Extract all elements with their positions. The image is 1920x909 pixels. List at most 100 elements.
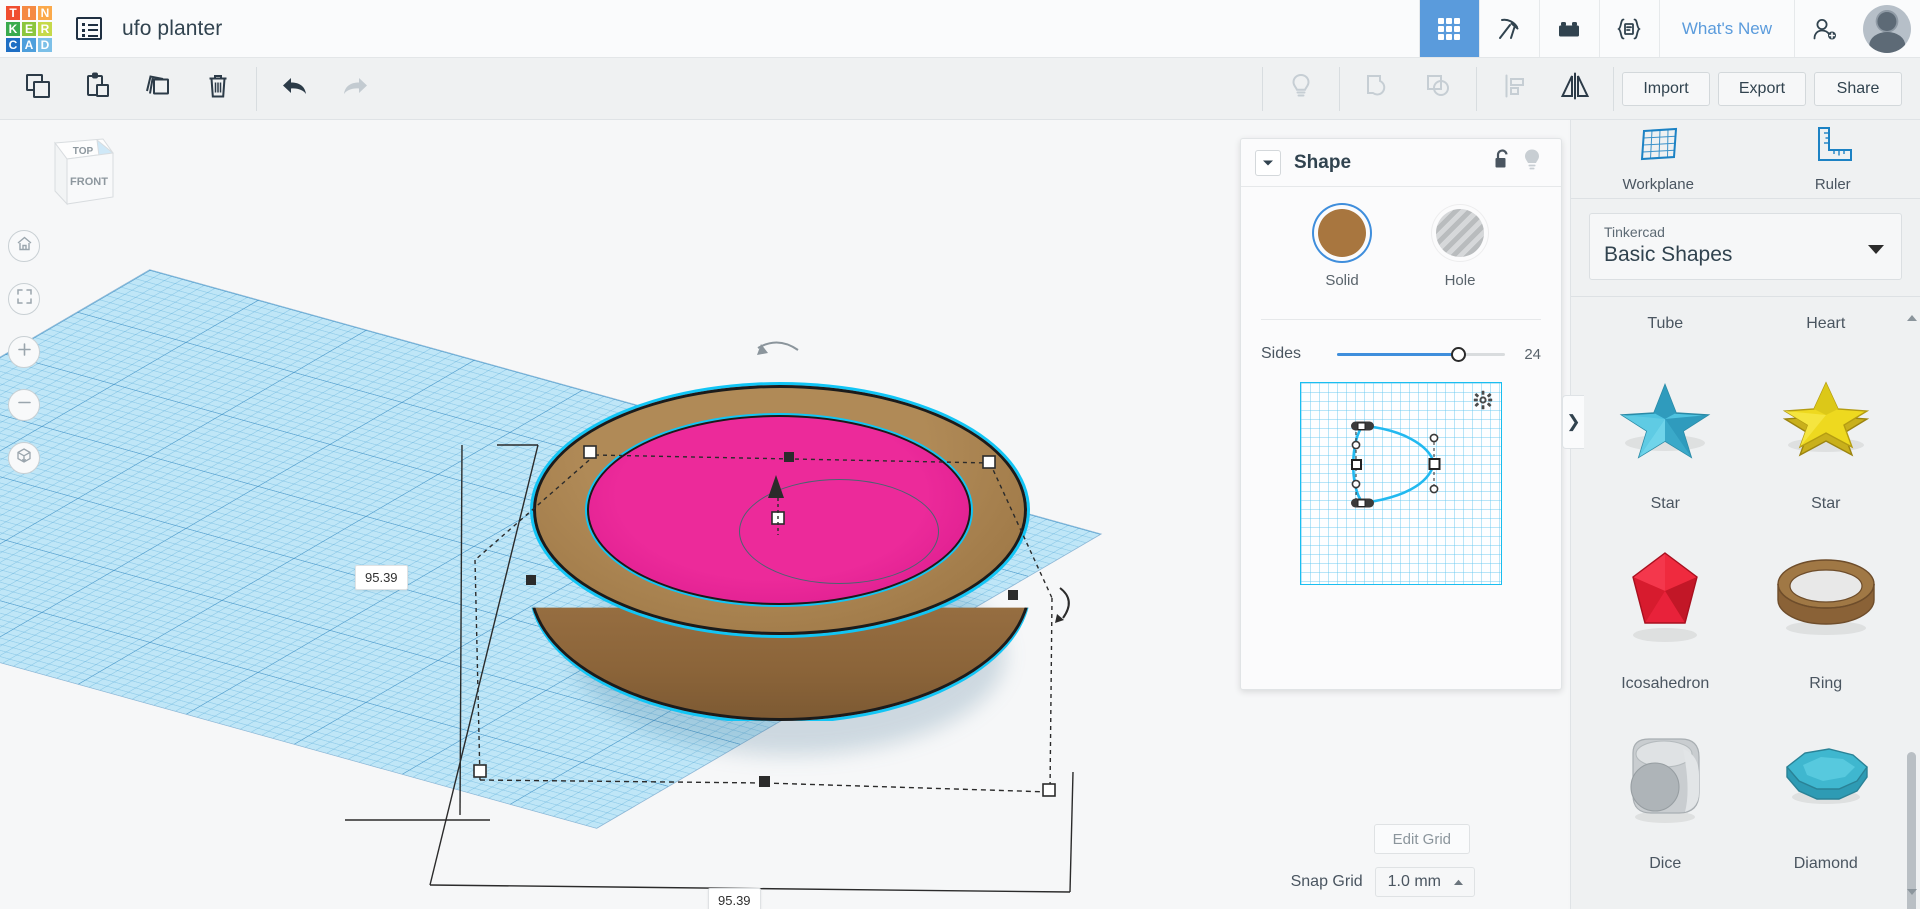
topbar-nav-group: What's New bbox=[1418, 0, 1920, 57]
ring-art bbox=[1746, 525, 1907, 669]
gallery-grid-button[interactable] bbox=[1418, 0, 1479, 57]
dice-art bbox=[1585, 705, 1746, 849]
undo-button[interactable] bbox=[265, 58, 325, 120]
shape-item-tube[interactable]: Tube bbox=[1585, 297, 1746, 345]
redo-button[interactable] bbox=[325, 58, 385, 120]
right-panel-collapse-button[interactable]: ❯ bbox=[1562, 395, 1584, 449]
group-icon bbox=[1363, 71, 1393, 106]
shape-label: Tube bbox=[1647, 315, 1684, 332]
sides-label: Sides bbox=[1261, 345, 1302, 362]
panel-tools-row: Workplane Ruler bbox=[1571, 120, 1920, 198]
whats-new-link[interactable]: What's New bbox=[1658, 0, 1794, 57]
scroll-down-arrow-icon[interactable] bbox=[1906, 887, 1918, 899]
viewcube-front-label: FRONT bbox=[70, 176, 108, 188]
zoom-out-button[interactable] bbox=[8, 389, 40, 421]
add-person-button[interactable] bbox=[1794, 0, 1854, 57]
group-button[interactable] bbox=[1348, 58, 1408, 120]
icosahedron-art bbox=[1585, 525, 1746, 669]
import-button[interactable]: Import bbox=[1622, 71, 1710, 106]
dimension-label-depth[interactable]: 95.39 bbox=[355, 565, 408, 590]
star-teal-art bbox=[1585, 345, 1746, 489]
cube-perspective-icon bbox=[15, 447, 33, 470]
toolbar-divider-4 bbox=[1476, 66, 1477, 111]
profile-curve bbox=[1351, 421, 1441, 508]
solid-hole-selector: Solid Hole bbox=[1261, 209, 1541, 289]
export-button[interactable]: Export bbox=[1718, 71, 1806, 106]
fit-frame-icon bbox=[16, 288, 33, 310]
project-menu-button[interactable] bbox=[58, 0, 102, 57]
solid-option[interactable]: Solid bbox=[1318, 209, 1366, 289]
shapes-grid: Tube Heart Star Star Icosahedron Ring Di… bbox=[1571, 297, 1920, 885]
tinkercad-logo[interactable]: TIN KER CAD bbox=[0, 0, 58, 58]
library-selector-wrap: Tinkercad Basic Shapes bbox=[1571, 199, 1920, 296]
slider-knob[interactable] bbox=[1450, 346, 1466, 362]
ufo-planter-shape[interactable] bbox=[525, 385, 1050, 775]
shape-label: Dice bbox=[1649, 855, 1682, 872]
shape-item-dice[interactable]: Dice bbox=[1585, 705, 1746, 885]
gear-icon[interactable] bbox=[1473, 390, 1493, 415]
logo-tile-a: A bbox=[22, 38, 36, 52]
shape-item-star-yellow[interactable]: Star bbox=[1746, 345, 1907, 525]
view-cube[interactable]: TOP FRONT bbox=[25, 134, 115, 220]
light-bulb-button[interactable] bbox=[1271, 58, 1331, 120]
snap-grid-select[interactable]: 1.0 mm bbox=[1374, 867, 1475, 897]
solid-color-swatch[interactable] bbox=[1318, 209, 1366, 257]
shape-item-icosahedron[interactable]: Icosahedron bbox=[1585, 525, 1746, 705]
shape-item-heart[interactable]: Heart bbox=[1746, 297, 1907, 345]
zoom-in-button[interactable] bbox=[8, 336, 40, 368]
share-button[interactable]: Share bbox=[1814, 71, 1902, 106]
sides-value: 24 bbox=[1524, 345, 1541, 363]
ungroup-button[interactable] bbox=[1408, 58, 1468, 120]
shape-item-ring[interactable]: Ring bbox=[1746, 525, 1907, 705]
paste-button[interactable] bbox=[68, 58, 128, 120]
library-selector[interactable]: Tinkercad Basic Shapes bbox=[1589, 213, 1902, 280]
lego-brick-button[interactable] bbox=[1538, 0, 1599, 57]
shapes-scroll-area[interactable]: Tube Heart Star Star Icosahedron Ring Di… bbox=[1571, 297, 1920, 909]
shape-light-button[interactable] bbox=[1517, 148, 1547, 177]
profile-curve-editor[interactable] bbox=[1300, 382, 1502, 585]
ruler-tool[interactable]: Ruler bbox=[1746, 120, 1920, 198]
logo-tile-c: C bbox=[6, 38, 20, 52]
pickaxe-button[interactable] bbox=[1478, 0, 1539, 57]
ungroup-icon bbox=[1423, 71, 1453, 106]
copy-button[interactable] bbox=[8, 58, 68, 120]
shape-panel-body: Solid Hole Sides 24 bbox=[1241, 187, 1561, 585]
user-avatar-button[interactable] bbox=[1854, 0, 1920, 57]
scrollbar-thumb[interactable] bbox=[1907, 752, 1916, 909]
logo-tile-n: N bbox=[38, 6, 52, 20]
edit-grid-button[interactable]: Edit Grid bbox=[1373, 824, 1470, 854]
chevron-down-icon bbox=[1262, 154, 1274, 172]
align-button[interactable] bbox=[1485, 58, 1545, 120]
fit-to-view-button[interactable] bbox=[8, 283, 40, 315]
logo-tile-i: I bbox=[22, 6, 36, 20]
trash-icon bbox=[203, 71, 233, 106]
paste-icon bbox=[83, 71, 113, 106]
library-collection: Basic Shapes bbox=[1604, 243, 1733, 266]
mirror-button[interactable] bbox=[1545, 58, 1605, 120]
hole-pattern-swatch[interactable] bbox=[1436, 209, 1484, 257]
shape-label: Star bbox=[1650, 495, 1680, 512]
toolbar-divider bbox=[256, 66, 257, 111]
shapes-scrollbar[interactable] bbox=[1906, 297, 1918, 909]
workplane-tool[interactable]: Workplane bbox=[1571, 120, 1746, 198]
shape-panel-collapse-button[interactable] bbox=[1255, 149, 1281, 176]
workplane-icon bbox=[1636, 125, 1680, 169]
shape-item-star-teal[interactable]: Star bbox=[1585, 345, 1746, 525]
light-bulb-icon bbox=[1286, 71, 1316, 106]
gallery-grid-icon bbox=[1436, 16, 1462, 42]
toolbar-divider-5 bbox=[1613, 66, 1614, 111]
scroll-up-arrow-icon[interactable] bbox=[1906, 313, 1918, 325]
lock-toggle-button[interactable] bbox=[1487, 149, 1517, 176]
sides-slider[interactable] bbox=[1337, 344, 1505, 364]
logo-tile-d: D bbox=[38, 38, 52, 52]
dimension-label-width[interactable]: 95.39 bbox=[708, 888, 761, 909]
edit-toolbar: Import Export Share bbox=[0, 58, 1920, 120]
shape-item-diamond[interactable]: Diamond bbox=[1746, 705, 1907, 885]
perspective-toggle-button[interactable] bbox=[8, 442, 40, 474]
duplicate-button[interactable] bbox=[128, 58, 188, 120]
home-view-button[interactable] bbox=[8, 230, 40, 262]
delete-button[interactable] bbox=[188, 58, 248, 120]
codeblocks-button[interactable] bbox=[1598, 0, 1659, 57]
hole-option[interactable]: Hole bbox=[1436, 209, 1484, 289]
